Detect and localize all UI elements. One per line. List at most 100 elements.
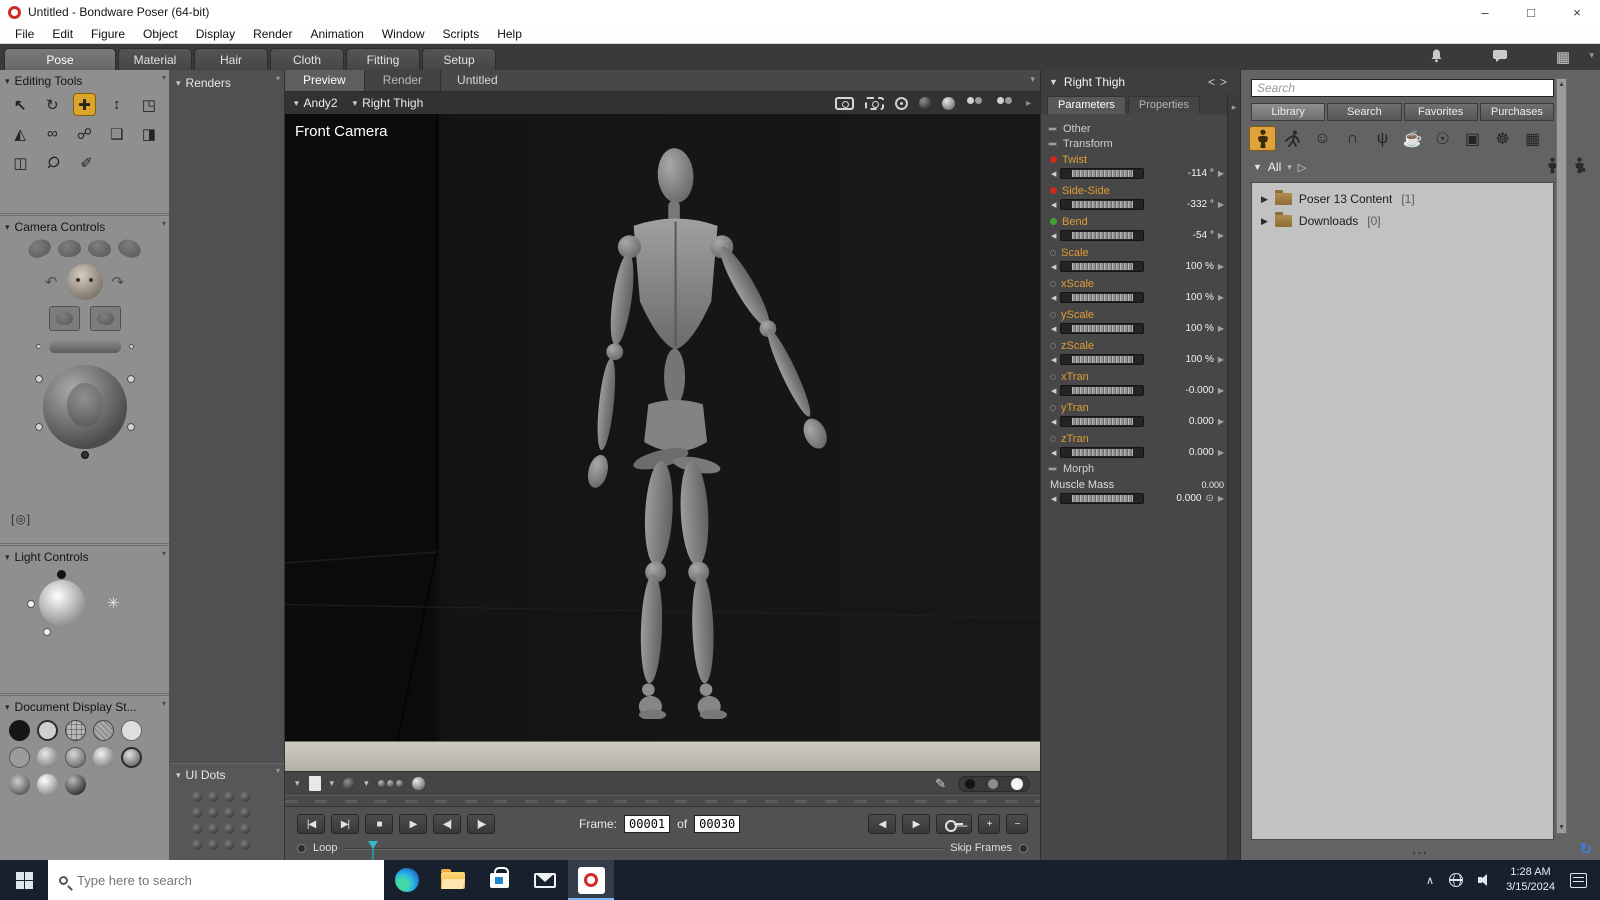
- play-button[interactable]: ▶: [399, 814, 427, 834]
- actor-menu[interactable]: Right Thigh: [362, 96, 423, 110]
- total-frames-field[interactable]: 00030: [694, 815, 741, 833]
- preview-style-icon[interactable]: [411, 777, 425, 790]
- scene-category-icon[interactable]: ▦: [1519, 126, 1546, 151]
- edit-keyframes-button[interactable]: [936, 814, 972, 834]
- tab-parameters[interactable]: Parameters: [1047, 96, 1126, 114]
- library-scrollbar[interactable]: ▲ ▼: [1556, 78, 1567, 834]
- expand-icon[interactable]: ▸: [1026, 98, 1031, 109]
- snapshot-camera-icon[interactable]: [834, 96, 854, 110]
- maximize-button[interactable]: □: [1508, 0, 1554, 24]
- cameras-category-icon[interactable]: ▣: [1459, 126, 1486, 151]
- tray-chevron-icon[interactable]: ∧: [1426, 874, 1434, 887]
- panel-menu-icon[interactable]: ▾: [276, 766, 280, 775]
- tab-render[interactable]: Render: [364, 70, 442, 91]
- menu-edit[interactable]: Edit: [43, 27, 82, 41]
- tab-cloth[interactable]: Cloth: [270, 48, 344, 70]
- style-outline-icon[interactable]: [37, 720, 58, 741]
- ui-dot[interactable]: [224, 792, 234, 802]
- dial-flyout-icon[interactable]: ▶: [1218, 448, 1224, 457]
- dial-left-arrow-icon[interactable]: ◀: [1051, 232, 1056, 240]
- dial-left-arrow-icon[interactable]: ◀: [1051, 449, 1056, 457]
- current-frame-field[interactable]: 00001: [624, 815, 671, 833]
- ui-dot[interactable]: [224, 824, 234, 834]
- step-forward-button[interactable]: |▶: [467, 814, 495, 834]
- parameters-actor-name[interactable]: Right Thigh: [1064, 75, 1125, 89]
- tab-fitting[interactable]: Fitting: [346, 48, 420, 70]
- section-transform[interactable]: Transform: [1063, 138, 1113, 150]
- add-to-library-icon[interactable]: [1573, 157, 1586, 177]
- ui-dot[interactable]: [208, 824, 218, 834]
- tab-pose[interactable]: Pose: [4, 48, 116, 70]
- direct-manipulation-tool-icon[interactable]: ◫: [9, 151, 32, 174]
- style-texture-icon[interactable]: [65, 747, 86, 768]
- light-dot[interactable]: [43, 628, 51, 636]
- chevron-down-icon[interactable]: ▼: [1253, 162, 1262, 172]
- dial-flyout-icon[interactable]: ▶: [1218, 494, 1224, 503]
- timeline-scrubber[interactable]: [344, 841, 944, 860]
- expand-triangle-icon[interactable]: ▶: [1261, 216, 1268, 227]
- tracking-dot-box-icon[interactable]: [965, 778, 976, 789]
- menu-window[interactable]: Window: [373, 27, 434, 41]
- aperture-icon[interactable]: [894, 96, 908, 110]
- ui-dot[interactable]: [192, 824, 202, 834]
- element-style-icon[interactable]: [377, 780, 403, 787]
- hair-category-icon[interactable]: ∩: [1339, 126, 1366, 151]
- area-render-camera-icon[interactable]: [864, 96, 884, 110]
- close-button[interactable]: ×: [1554, 0, 1600, 24]
- rotate-right-icon[interactable]: ↷: [112, 273, 125, 291]
- tab-properties[interactable]: Properties: [1127, 96, 1200, 114]
- chevron-down-icon[interactable]: ▾: [1287, 162, 1292, 173]
- dial-slider[interactable]: [1060, 292, 1145, 303]
- figure-menu[interactable]: Andy2: [304, 96, 338, 110]
- trackball-orb[interactable]: [34, 423, 43, 431]
- library-refresh-icon[interactable]: ↻: [1579, 840, 1592, 858]
- step-back-button[interactable]: ◀|: [433, 814, 461, 834]
- dial-flyout-icon[interactable]: ▶: [1218, 200, 1224, 209]
- style-flat-icon[interactable]: [9, 747, 30, 768]
- section-morph[interactable]: Morph: [1063, 463, 1094, 475]
- chain-break-tool-icon[interactable]: ∞: [41, 122, 63, 145]
- ui-dot[interactable]: [240, 792, 250, 802]
- taskbar-search-input[interactable]: [77, 872, 373, 888]
- face-camera-control[interactable]: [66, 264, 103, 300]
- panel-collapse-strip[interactable]: ▸: [1227, 94, 1240, 860]
- section-collapse-icon[interactable]: [1048, 142, 1057, 146]
- dial-flyout-icon[interactable]: ▶: [1218, 386, 1224, 395]
- volume-icon[interactable]: [1478, 874, 1491, 886]
- prev-key-button[interactable]: ◀: [868, 814, 896, 834]
- dial-flyout-icon[interactable]: ▶: [1218, 355, 1224, 364]
- dial-slider[interactable]: [1060, 447, 1145, 458]
- style-hiddenline-icon[interactable]: [121, 720, 142, 741]
- figure-style-icon[interactable]: [343, 777, 356, 790]
- rotate-tool-icon[interactable]: ↻: [41, 93, 63, 116]
- network-icon[interactable]: [1449, 873, 1464, 887]
- tab-library[interactable]: Library: [1251, 103, 1326, 121]
- taskbar-edge[interactable]: [384, 860, 430, 900]
- paint-tool-icon[interactable]: ✐: [75, 151, 98, 174]
- ui-dot[interactable]: [192, 840, 202, 850]
- dial-flyout-icon[interactable]: ▶: [1218, 293, 1224, 302]
- next-actor-icon[interactable]: >: [1220, 75, 1232, 89]
- trackball-orb[interactable]: [34, 375, 43, 383]
- ui-dot[interactable]: [192, 792, 202, 802]
- library-filter-label[interactable]: All: [1268, 160, 1281, 174]
- taskbar-mail[interactable]: [522, 860, 568, 900]
- expressions-category-icon[interactable]: ☺: [1309, 126, 1336, 151]
- ui-dot[interactable]: [240, 808, 250, 818]
- left-hand-camera2-icon[interactable]: [57, 238, 82, 259]
- dial-flyout-icon[interactable]: ▶: [1218, 262, 1224, 271]
- add-key-button[interactable]: +: [978, 814, 1000, 834]
- tab-material[interactable]: Material: [118, 48, 192, 70]
- action-center-icon[interactable]: [1570, 872, 1587, 888]
- section-collapse-icon[interactable]: [1048, 467, 1057, 471]
- style-silhouette-icon[interactable]: [9, 720, 30, 741]
- chevron-down-icon[interactable]: ▾: [364, 778, 369, 789]
- apply-arrow-icon[interactable]: ▷: [1298, 161, 1306, 174]
- next-key-button[interactable]: ▶: [902, 814, 930, 834]
- trackball-orb-dark[interactable]: [80, 451, 89, 459]
- ui-dot[interactable]: [208, 792, 218, 802]
- taskbar-poser[interactable]: [568, 860, 614, 900]
- scroll-down-icon[interactable]: ▼: [1558, 824, 1565, 831]
- body-camera-control[interactable]: [39, 340, 121, 353]
- ui-dot[interactable]: [208, 840, 218, 850]
